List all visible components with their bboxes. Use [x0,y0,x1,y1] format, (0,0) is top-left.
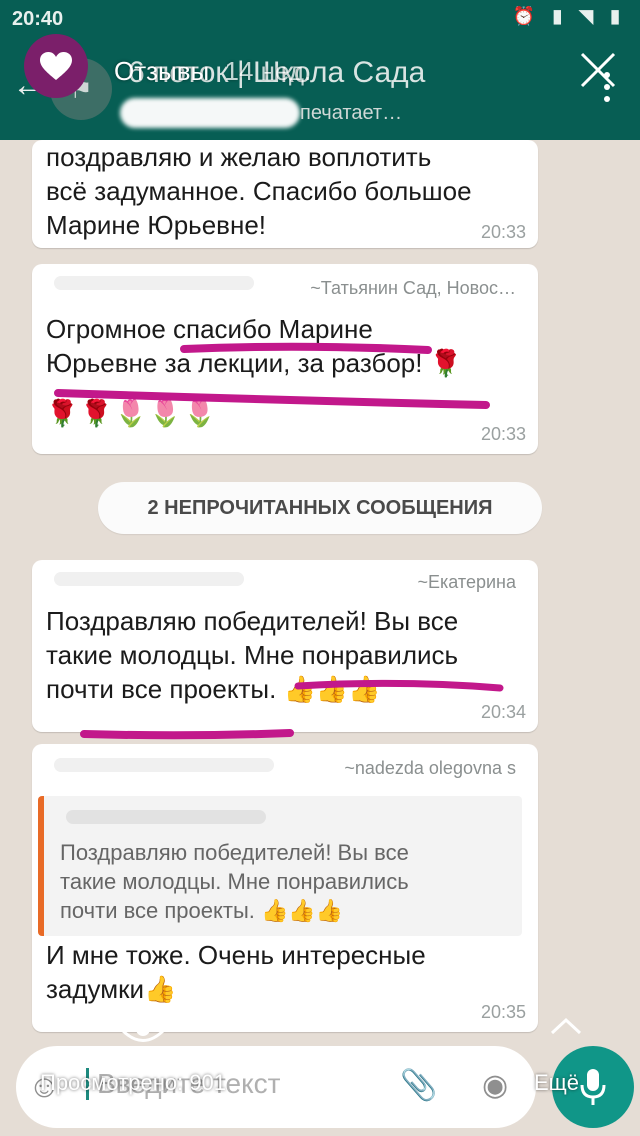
highlight-stroke [294,679,504,692]
camera-icon[interactable]: ◉ [482,1068,508,1103]
more-button[interactable]: Ещё [534,1070,579,1096]
highlight-stroke [80,729,294,740]
views-count[interactable]: Просмотрено: 901 [40,1070,226,1096]
chevron-up-icon[interactable] [548,1016,584,1036]
highlight-annotations [54,342,504,740]
paperclip-icon[interactable]: 📎 [400,1068,437,1103]
story-screen: 20:40 ⏰ ▮ ◥ ▮ ← ⚑ 6 поток | Школа Сада п… [0,0,640,1136]
eye-icon[interactable] [118,1012,168,1046]
highlight-stroke [180,342,432,354]
microphone-icon [580,1069,606,1105]
highlight-stroke [54,389,490,409]
